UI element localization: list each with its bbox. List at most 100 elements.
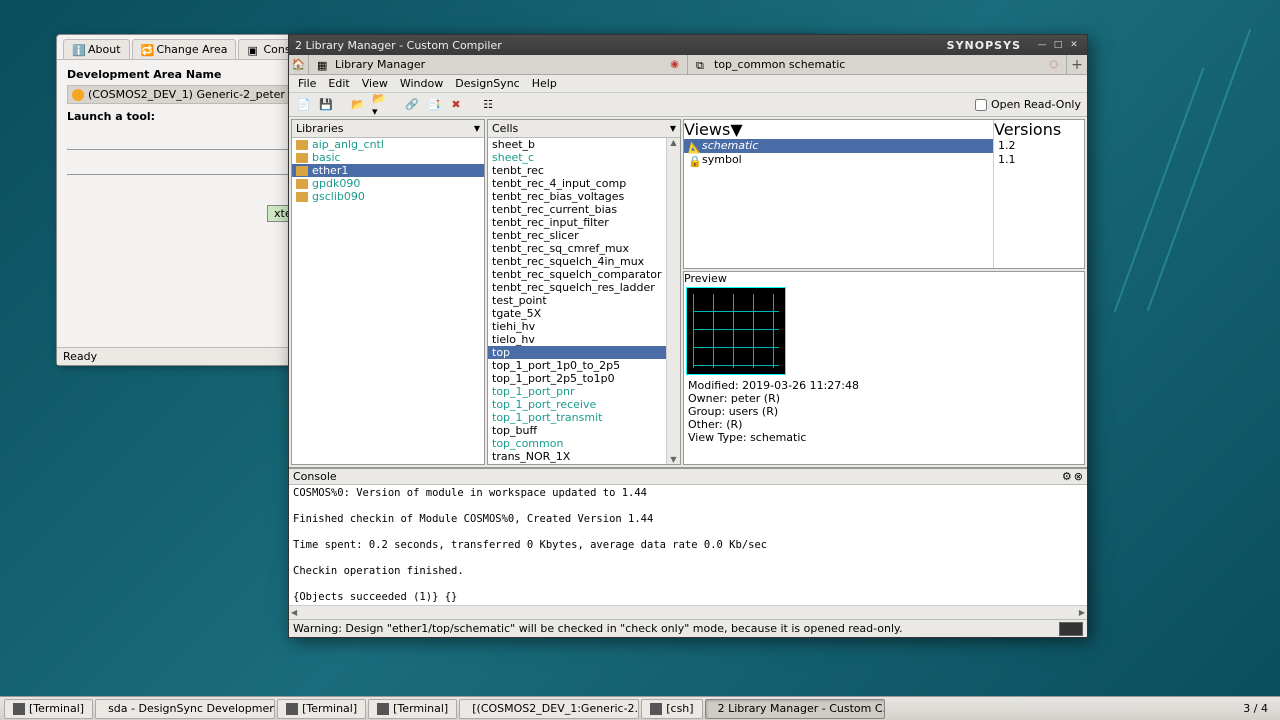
- minimize-button[interactable]: —: [1035, 38, 1049, 52]
- cell-item[interactable]: top_1_port_receive: [488, 398, 666, 411]
- taskbar-item[interactable]: [Terminal]: [4, 699, 93, 719]
- preview-thumbnail: [686, 287, 786, 375]
- app-icon: [13, 703, 25, 715]
- menu-file[interactable]: File: [293, 76, 321, 91]
- preview-owner: Owner: peter (R): [688, 392, 1080, 405]
- link-icon[interactable]: 🔗: [403, 96, 421, 114]
- save-icon[interactable]: 💾: [317, 96, 335, 114]
- cells-pane: Cells▼ sheet_bsheet_ctenbt_rectenbt_rec_…: [487, 119, 681, 465]
- menu-view[interactable]: View: [357, 76, 393, 91]
- chevron-down-icon[interactable]: ▼: [730, 120, 742, 139]
- scrollbar[interactable]: ▲▼: [666, 138, 680, 464]
- tab-schematic[interactable]: ⧉ top_common schematic ◌: [688, 55, 1067, 74]
- app-icon: [650, 703, 662, 715]
- library-item[interactable]: ether1: [292, 164, 484, 177]
- titlebar[interactable]: 2 Library Manager - Custom Compiler SYNO…: [289, 35, 1087, 55]
- menu-help[interactable]: Help: [527, 76, 562, 91]
- cell-item[interactable]: trans_NOR_1X: [488, 450, 666, 463]
- statusbar: Warning: Design "ether1/top/schematic" w…: [289, 619, 1087, 637]
- cell-item[interactable]: tenbt_rec_4_input_comp: [488, 177, 666, 190]
- folder-icon: [296, 166, 308, 176]
- copy-icon[interactable]: 📑: [425, 96, 443, 114]
- cell-item[interactable]: tenbt_rec_squelch_res_ladder: [488, 281, 666, 294]
- version-item[interactable]: 1.2: [994, 139, 1084, 153]
- cell-item[interactable]: tgate_5X: [488, 307, 666, 320]
- library-item[interactable]: aip_anlg_cntl: [292, 138, 484, 151]
- cells-list[interactable]: sheet_bsheet_ctenbt_rectenbt_rec_4_input…: [488, 138, 666, 464]
- close-icon[interactable]: ◉: [670, 59, 679, 70]
- cell-item[interactable]: top_1_port_pnr: [488, 385, 666, 398]
- close-icon[interactable]: ◌: [1049, 59, 1058, 70]
- taskbar-item[interactable]: [Terminal]: [368, 699, 457, 719]
- view-item[interactable]: 📐schematic: [684, 139, 993, 153]
- cell-item[interactable]: tielo_hv: [488, 333, 666, 346]
- cell-item[interactable]: test_point: [488, 294, 666, 307]
- cell-item[interactable]: tenbt_rec_squelch_comparator: [488, 268, 666, 281]
- cell-item[interactable]: top_1_port_2p5_to1p0: [488, 372, 666, 385]
- menu-window[interactable]: Window: [395, 76, 448, 91]
- cell-item[interactable]: tenbt_rec: [488, 164, 666, 177]
- cell-item[interactable]: top_1_port_1p0_to_2p5: [488, 359, 666, 372]
- new-icon[interactable]: 📄: [295, 96, 313, 114]
- versions-list[interactable]: 1.21.1: [994, 139, 1084, 268]
- maximize-button[interactable]: □: [1051, 38, 1065, 52]
- cell-item[interactable]: sheet_b: [488, 138, 666, 151]
- console-h-scrollbar[interactable]: ◀▶: [289, 605, 1087, 619]
- menubar: File Edit View Window DesignSync Help: [289, 75, 1087, 93]
- open-folder-icon[interactable]: 📂: [349, 96, 367, 114]
- open-readonly-checkbox[interactable]: [975, 99, 987, 111]
- cell-item[interactable]: top_buff: [488, 424, 666, 437]
- cell-item[interactable]: sheet_c: [488, 151, 666, 164]
- tab-library-manager[interactable]: ▦ Library Manager ◉: [309, 55, 688, 74]
- chevron-down-icon[interactable]: ▼: [670, 124, 676, 133]
- new-tab-button[interactable]: +: [1067, 55, 1087, 74]
- folder-icon: [296, 153, 308, 163]
- menu-designsync[interactable]: DesignSync: [450, 76, 525, 91]
- view-item[interactable]: 🔒symbol: [684, 153, 993, 167]
- home-tab[interactable]: 🏠: [289, 55, 309, 74]
- cell-item[interactable]: tenbt_rec_slicer: [488, 229, 666, 242]
- chevron-down-icon[interactable]: ▼: [474, 124, 480, 133]
- taskbar-item[interactable]: [Terminal]: [277, 699, 366, 719]
- workspace-indicator[interactable]: 3 / 4: [1235, 702, 1276, 715]
- tab-about[interactable]: ℹ️About: [63, 39, 130, 59]
- cell-item[interactable]: tenbt_rec_current_bias: [488, 203, 666, 216]
- taskbar-item[interactable]: 2 Library Manager - Custom C...: [705, 699, 885, 719]
- taskbar-item[interactable]: sda - DesignSync Development...: [95, 699, 275, 719]
- cell-item[interactable]: tenbt_rec_sq_cmref_mux: [488, 242, 666, 255]
- document-tabs: 🏠 ▦ Library Manager ◉ ⧉ top_common schem…: [289, 55, 1087, 75]
- menu-edit[interactable]: Edit: [323, 76, 354, 91]
- cell-item[interactable]: tiehi_hv: [488, 320, 666, 333]
- cell-item[interactable]: tenbt_rec_squelch_4in_mux: [488, 255, 666, 268]
- library-item[interactable]: gsclib090: [292, 190, 484, 203]
- views-pane: Views▼ 📐schematic🔒symbol Versions 1.21.1: [683, 119, 1085, 269]
- open-folder-dropdown-icon[interactable]: 📂▾: [371, 96, 389, 114]
- terminal-icon[interactable]: [1059, 622, 1083, 636]
- cell-item[interactable]: top_common: [488, 437, 666, 450]
- schematic-icon: ⧉: [696, 59, 708, 71]
- cell-item[interactable]: tenbt_rec_input_filter: [488, 216, 666, 229]
- folder-icon: [296, 179, 308, 189]
- properties-icon[interactable]: ☷: [479, 96, 497, 114]
- taskbar: [Terminal]sda - DesignSync Development..…: [0, 696, 1280, 720]
- delete-icon[interactable]: ✖: [447, 96, 465, 114]
- library-item[interactable]: gpdk090: [292, 177, 484, 190]
- libraries-list[interactable]: aip_anlg_cntlbasicether1gpdk090gsclib090: [292, 138, 484, 464]
- cell-item[interactable]: top_1_port_transmit: [488, 411, 666, 424]
- views-list[interactable]: 📐schematic🔒symbol: [684, 139, 993, 268]
- tab-change-area[interactable]: 🔁Change Area: [132, 39, 237, 59]
- close-button[interactable]: ✕: [1067, 38, 1081, 52]
- library-item[interactable]: basic: [292, 151, 484, 164]
- taskbar-item[interactable]: [csh]: [641, 699, 702, 719]
- console-output[interactable]: COSMOS%0: Version of module in workspace…: [289, 485, 1087, 605]
- dev-area-value[interactable]: (COSMOS2_DEV_1) Generic-2_peter: [67, 85, 290, 104]
- console-close-icon[interactable]: ⊗: [1074, 470, 1083, 483]
- cell-item[interactable]: trans_clkinv_1X: [488, 463, 666, 464]
- taskbar-item[interactable]: [(COSMOS2_DEV_1:Generic-2...: [459, 699, 639, 719]
- preview-header: Preview: [684, 272, 727, 285]
- cell-item[interactable]: top: [488, 346, 666, 359]
- console-gear-icon[interactable]: ⚙: [1062, 470, 1072, 483]
- folder-icon: [296, 192, 308, 202]
- version-item[interactable]: 1.1: [994, 153, 1084, 167]
- cell-item[interactable]: tenbt_rec_bias_voltages: [488, 190, 666, 203]
